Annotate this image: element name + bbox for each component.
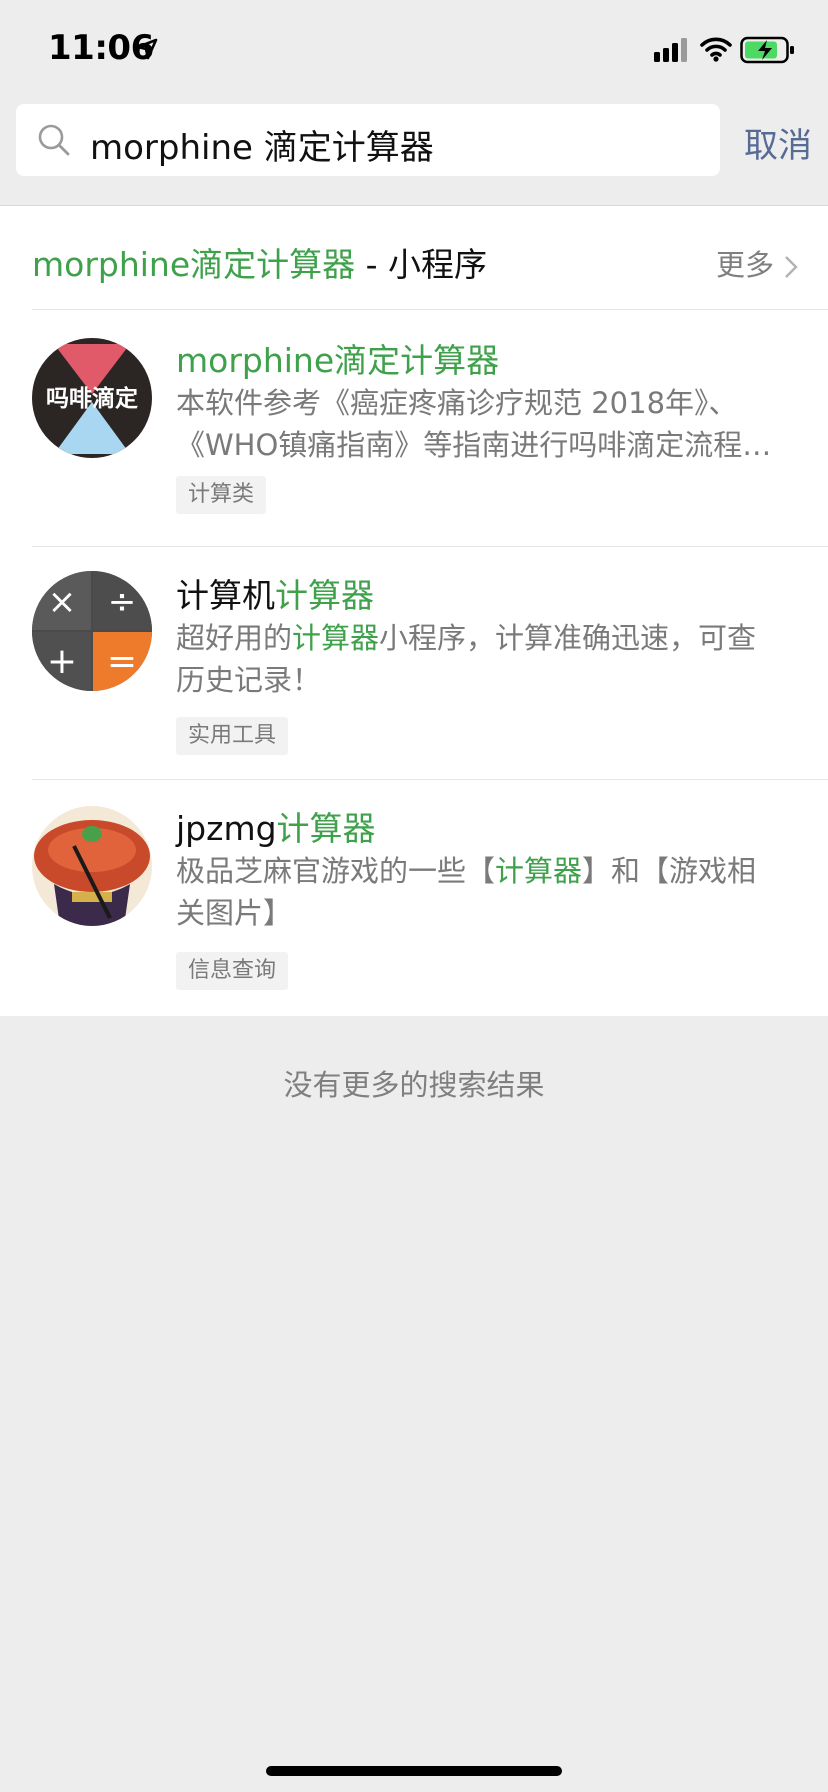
result-title: morphine滴定计算器 <box>176 341 500 380</box>
result-item-morphine[interactable]: 吗啡滴定 morphine滴定计算器 本软件参考《癌症疼痛诊疗规范 2018年》… <box>0 310 828 546</box>
svg-text:+: + <box>47 641 77 682</box>
search-icon <box>38 124 70 156</box>
status-bar: 11:06 <box>0 0 828 100</box>
app-avatar-jpzmg <box>32 806 152 926</box>
category-tag: 实用工具 <box>176 717 289 755</box>
search-input[interactable]: morphine 滴定计算器 <box>16 104 720 176</box>
result-item-calculator[interactable]: × ÷ + = 计算机计算器 超好用的计算器小程序，计算准确迅速，可查 历史记录… <box>0 547 828 779</box>
official-hat-avatar-icon <box>32 806 152 926</box>
category-tag: 信息查询 <box>176 952 289 990</box>
wifi-icon <box>700 37 732 62</box>
result-description: 本软件参考《癌症疼痛诊疗规范 2018年》、 《WHO镇痛指南》等指南进行吗啡滴… <box>176 386 772 462</box>
home-indicator[interactable] <box>266 1766 562 1776</box>
result-title: jpzmg计算器 <box>176 809 376 848</box>
search-row: morphine 滴定计算器 取消 <box>0 104 828 176</box>
cancel-button[interactable]: 取消 <box>744 118 812 167</box>
battery-charging-icon <box>740 36 794 64</box>
cellular-signal-icon <box>654 38 687 62</box>
svg-text:=: = <box>107 641 137 682</box>
app-avatar-calculator: × ÷ + = <box>32 571 152 691</box>
result-title: 计算机计算器 <box>176 576 374 615</box>
category-tag: 计算类 <box>176 476 267 514</box>
svg-text:吗啡滴定: 吗啡滴定 <box>46 385 138 412</box>
svg-text:×: × <box>48 582 77 622</box>
result-item-jpzmg[interactable]: jpzmg计算器 极品芝麻官游戏的一些【计算器】和【游戏相 关图片】 信息查询 <box>0 780 828 1016</box>
section-header: morphine滴定计算器 - 小程序 更多 <box>32 238 828 298</box>
app-avatar-morphine: 吗啡滴定 <box>32 338 152 458</box>
calculator-logo-icon: × ÷ + = <box>32 571 152 691</box>
hourglass-logo-icon: 吗啡滴定 <box>32 338 152 458</box>
no-more-results: 没有更多的搜索结果 <box>283 1068 545 1102</box>
results-panel: morphine滴定计算器 - 小程序 更多 吗啡滴定 morphine滴定计算… <box>0 206 828 1016</box>
section-title: morphine滴定计算器 - 小程序 <box>32 245 488 284</box>
location-arrow-icon <box>136 38 158 60</box>
svg-text:÷: ÷ <box>108 582 137 622</box>
search-query: morphine 滴定计算器 <box>90 128 434 168</box>
chevron-right-icon <box>785 256 798 278</box>
result-description: 超好用的计算器小程序，计算准确迅速，可查 历史记录！ <box>176 621 757 697</box>
result-description: 极品芝麻官游戏的一些【计算器】和【游戏相 关图片】 <box>176 854 757 930</box>
more-button[interactable]: 更多 <box>716 242 798 284</box>
